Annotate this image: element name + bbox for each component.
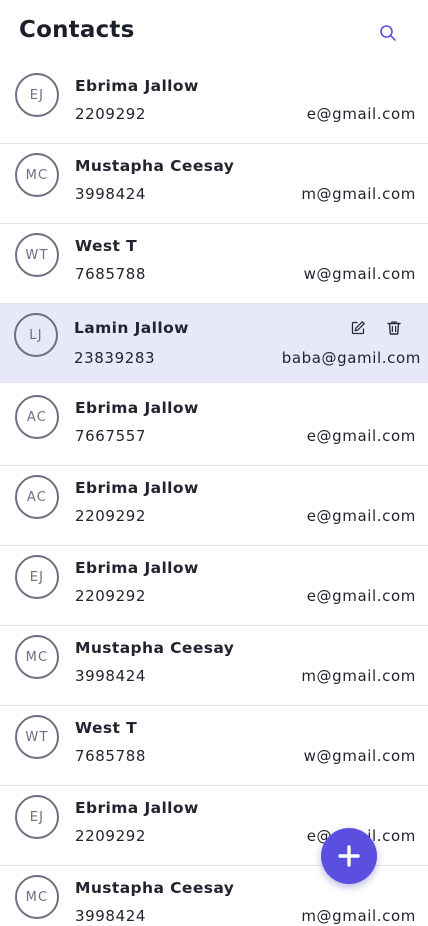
- avatar: EJ: [15, 795, 59, 839]
- contact-phone: 23839283: [74, 349, 156, 367]
- contact-email: e@gmail.com: [306, 105, 416, 123]
- avatar: EJ: [15, 555, 59, 599]
- contact-name: Mustapha Ceesay: [75, 157, 235, 175]
- contact-row[interactable]: WT West T 7685788 w@gmail.com: [0, 224, 428, 304]
- contact-email: e@gmail.com: [306, 507, 416, 525]
- contact-email: e@gmail.com: [306, 427, 416, 445]
- avatar: WT: [15, 715, 59, 759]
- contact-email: baba@gamil.com: [281, 349, 421, 367]
- contact-email: w@gmail.com: [303, 265, 416, 283]
- edit-icon: [351, 321, 365, 335]
- contact-email: e@gmail.com: [306, 587, 416, 605]
- avatar: AC: [15, 475, 59, 519]
- contact-list: EJ Ebrima Jallow 2209292 e@gmail.com MC Musta…: [0, 64, 428, 926]
- search-button[interactable]: [376, 21, 400, 45]
- plus-icon: [338, 845, 360, 867]
- contact-name: Ebrima Jallow: [75, 77, 199, 95]
- contact-phone: 3998424: [75, 185, 147, 203]
- contact-phone: 7667557: [75, 427, 147, 445]
- contact-row[interactable]: EJ Ebrima Jallow 2209292 e@gmail.com: [0, 546, 428, 626]
- contact-phone: 3998424: [75, 907, 147, 925]
- contact-name: West T: [75, 237, 138, 255]
- contacts-screen: Contacts EJ Ebrima Jallow 2209292 e@gmail.c…: [0, 0, 428, 926]
- avatar: MC: [15, 635, 59, 679]
- contact-name: Ebrima Jallow: [75, 799, 199, 817]
- contact-phone: 2209292: [75, 507, 147, 525]
- contact-name: Mustapha Ceesay: [75, 639, 235, 657]
- contact-row[interactable]: EJ Ebrima Jallow 2209292 e@gmail.com: [0, 64, 428, 144]
- contact-name: Ebrima Jallow: [75, 399, 199, 417]
- contact-phone: 7685788: [75, 265, 147, 283]
- contact-phone: 2209292: [75, 587, 147, 605]
- contact-phone: 2209292: [75, 827, 147, 845]
- contact-name: Ebrima Jallow: [75, 479, 199, 497]
- contact-row[interactable]: AC Ebrima Jallow 2209292 e@gmail.com: [0, 466, 428, 546]
- avatar: EJ: [15, 73, 59, 117]
- contact-name: Ebrima Jallow: [75, 559, 199, 577]
- page-title: Contacts: [19, 17, 135, 43]
- contact-name: Mustapha Ceesay: [75, 879, 235, 897]
- contact-email: w@gmail.com: [303, 747, 416, 765]
- contact-email: m@gmail.com: [301, 185, 416, 203]
- contact-name: Lamin Jallow: [74, 319, 189, 337]
- avatar: AC: [15, 395, 59, 439]
- contact-row[interactable]: AC Ebrima Jallow 7667557 e@gmail.com: [0, 386, 428, 466]
- add-contact-button[interactable]: [321, 828, 377, 884]
- contact-name: West T: [75, 719, 138, 737]
- trash-icon: [387, 321, 401, 335]
- contact-row[interactable]: WT West T 7685788 w@gmail.com: [0, 706, 428, 786]
- contact-row[interactable]: MC Mustapha Ceesay 3998424 m@gmail.com: [0, 144, 428, 224]
- app-header: Contacts: [0, 0, 428, 64]
- delete-button[interactable]: [385, 319, 403, 337]
- contact-phone: 2209292: [75, 105, 147, 123]
- contact-row[interactable]: MC Mustapha Ceesay 3998424 m@gmail.com: [0, 626, 428, 706]
- search-icon: [380, 25, 396, 41]
- contact-phone: 7685788: [75, 747, 147, 765]
- row-actions: [349, 319, 403, 337]
- edit-button[interactable]: [349, 319, 367, 337]
- avatar: MC: [15, 153, 59, 197]
- avatar: MC: [15, 875, 59, 919]
- avatar: LJ: [14, 313, 58, 357]
- contact-email: m@gmail.com: [301, 667, 416, 685]
- contact-phone: 3998424: [75, 667, 147, 685]
- contact-row[interactable]: LJ Lamin Jallow 23839283 baba@gamil.com: [0, 304, 428, 386]
- contact-email: m@gmail.com: [301, 907, 416, 925]
- avatar: WT: [15, 233, 59, 277]
